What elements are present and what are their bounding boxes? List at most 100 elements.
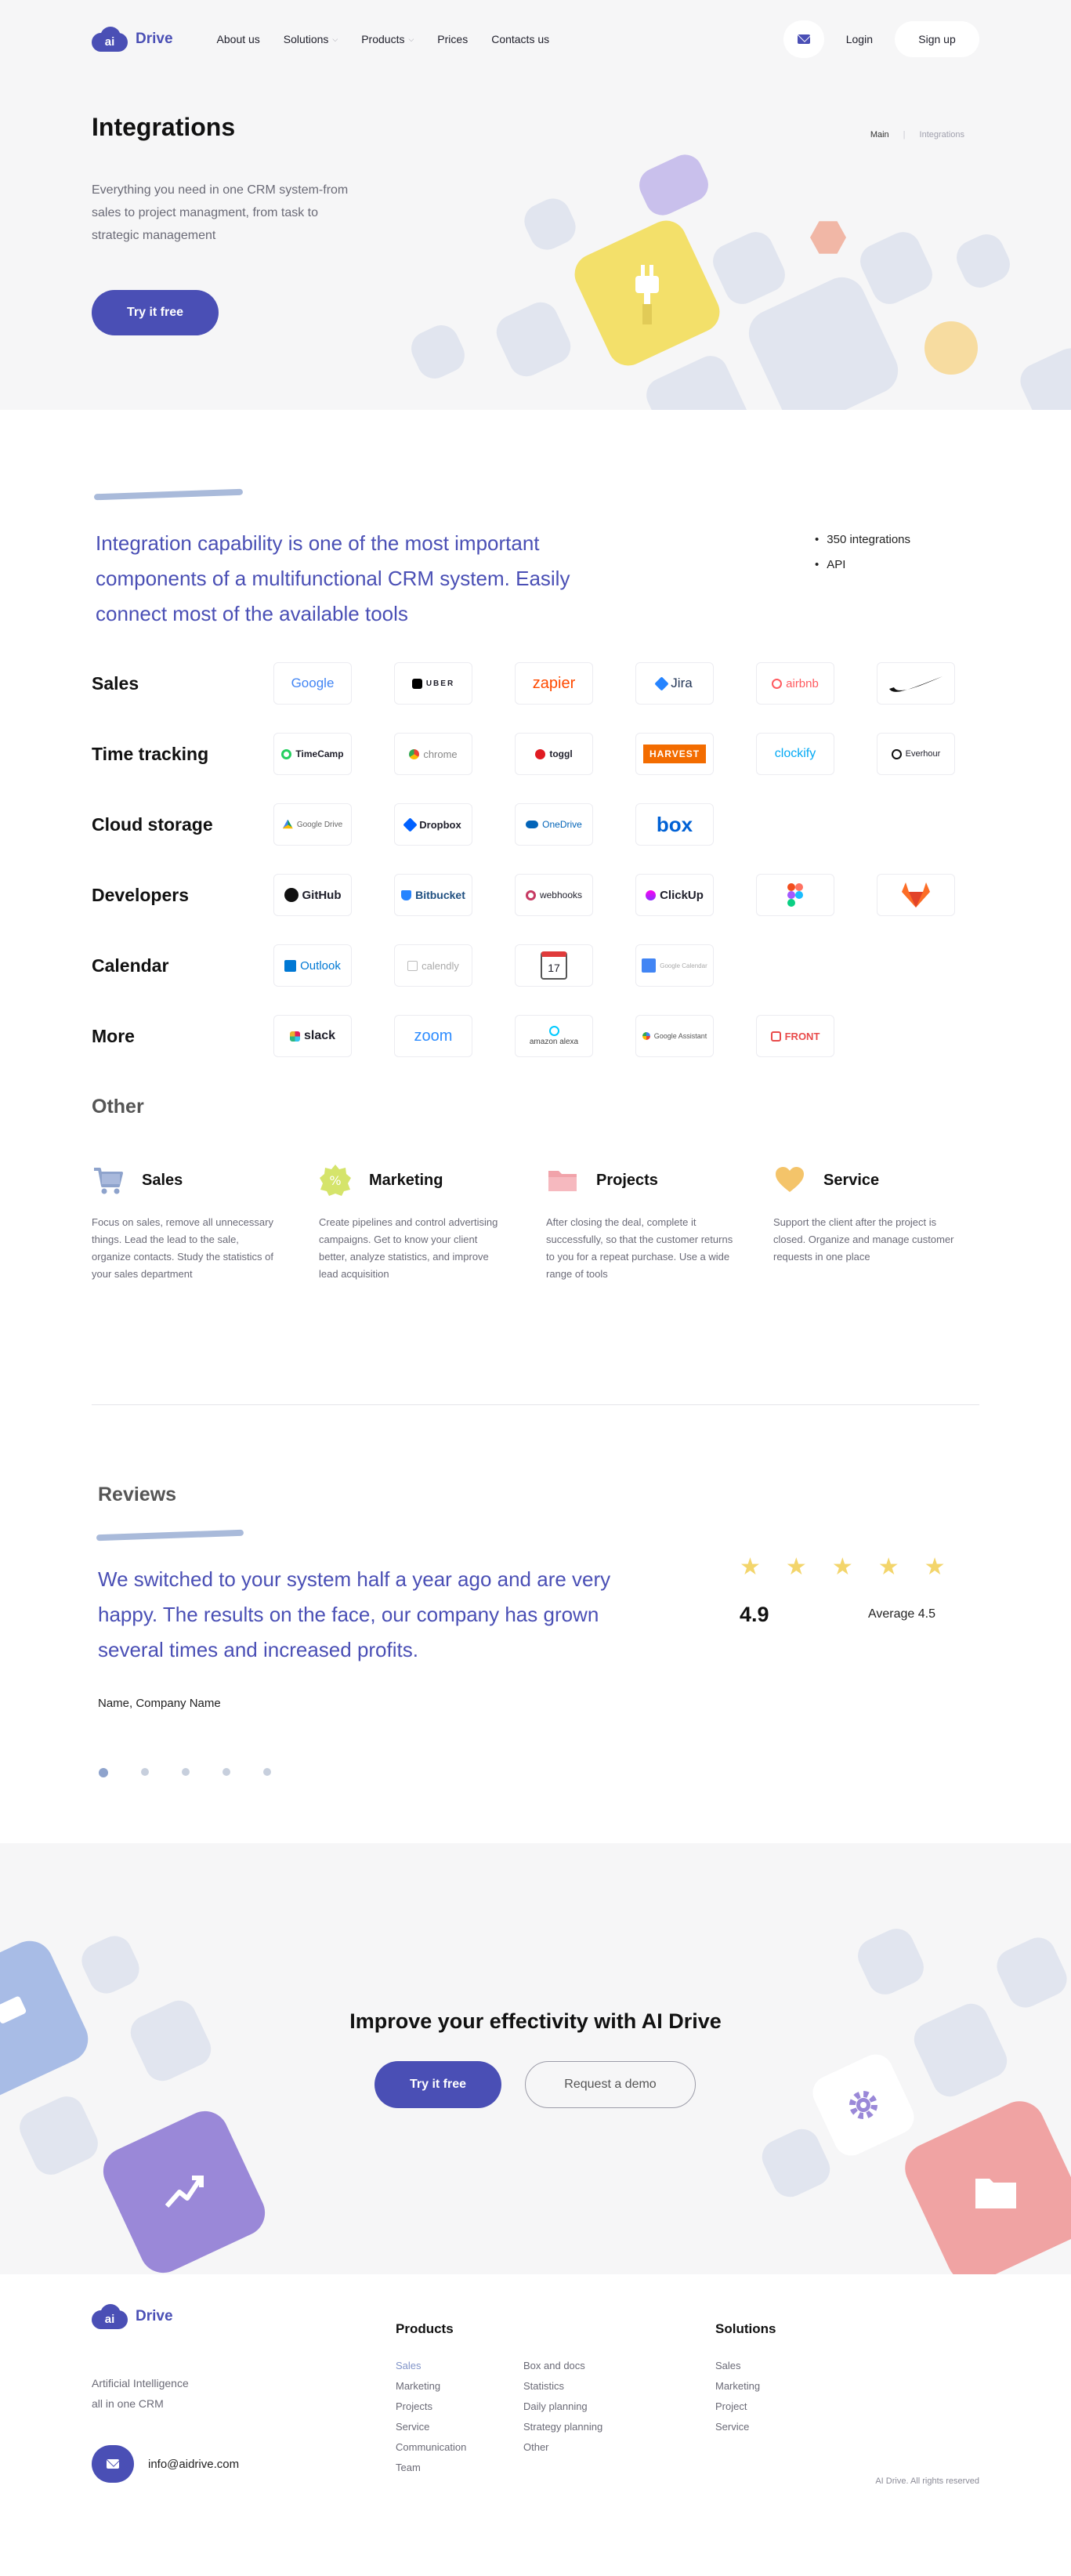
- logo[interactable]: ai Drive: [92, 27, 173, 52]
- cart-icon: [92, 1164, 125, 1197]
- row-label: Developers: [92, 885, 190, 905]
- other-card-marketing[interactable]: % Marketing Create pipelines and control…: [319, 1164, 507, 1283]
- tile-calendar-app[interactable]: 17: [515, 944, 593, 987]
- footer-link[interactable]: Sales: [715, 2356, 760, 2376]
- footer-link[interactable]: Sales: [396, 2356, 466, 2376]
- dropbox-icon: [403, 817, 418, 832]
- request-demo-button[interactable]: Request a demo: [525, 2061, 696, 2108]
- footer-email[interactable]: info@aidrive.com: [92, 2445, 239, 2483]
- footer-link[interactable]: Projects: [396, 2397, 466, 2417]
- tile-webhooks[interactable]: webhooks: [515, 874, 593, 916]
- footer-link[interactable]: Other: [523, 2437, 602, 2458]
- email-address[interactable]: info@aidrive.com: [148, 2458, 239, 2471]
- hero-description: Everything you need in one CRM system-fr…: [92, 183, 349, 242]
- footer-logo[interactable]: ai Drive: [92, 2304, 173, 2329]
- tile-toggl[interactable]: toggl: [515, 733, 593, 775]
- decor-square-purple: [633, 149, 715, 221]
- card-title: Service: [823, 1171, 880, 1189]
- reviews-section: Reviews We switched to your system half …: [0, 1405, 1071, 1843]
- footer-link[interactable]: Statistics: [523, 2376, 602, 2397]
- try-free-button[interactable]: Try it free: [92, 290, 219, 335]
- tile-zoom[interactable]: zoom: [394, 1015, 472, 1057]
- login-link[interactable]: Login: [846, 33, 873, 45]
- tile-clockify[interactable]: clockify: [756, 733, 834, 775]
- tile-outlook[interactable]: Outlook: [273, 944, 352, 987]
- menu-contacts[interactable]: Contacts us: [491, 33, 549, 45]
- tile-gitlab[interactable]: [877, 874, 955, 916]
- mail-button[interactable]: [783, 20, 824, 58]
- tile-figma[interactable]: [756, 874, 834, 916]
- tile-google-assistant[interactable]: Google Assistant: [635, 1015, 714, 1057]
- logo-text: Drive: [136, 2308, 173, 2324]
- tile-slack[interactable]: slack: [273, 1015, 352, 1057]
- decor-hexagon: [810, 221, 846, 254]
- tile-google-calendar[interactable]: Google Calendar: [635, 944, 714, 987]
- tile-dropbox[interactable]: Dropbox: [394, 803, 472, 846]
- carousel-dot[interactable]: [263, 1768, 271, 1776]
- tile-timecamp[interactable]: TimeCamp: [273, 733, 352, 775]
- tile-google[interactable]: Google: [273, 662, 352, 705]
- review-author: Name, Company Name: [98, 1697, 221, 1710]
- tile-zapier[interactable]: zapier: [515, 662, 593, 705]
- menu-solutions[interactable]: Solutions ⌵: [284, 33, 338, 45]
- row-label: Sales: [92, 673, 139, 694]
- tile-clickup[interactable]: ClickUp: [635, 874, 714, 916]
- tile-calendly[interactable]: calendly: [394, 944, 472, 987]
- timecamp-icon: [281, 748, 292, 759]
- tile-front[interactable]: FRONT: [756, 1015, 834, 1057]
- menu-prices[interactable]: Prices: [437, 33, 468, 45]
- tile-nike[interactable]: [877, 662, 955, 705]
- tile-harvest[interactable]: HARVEST: [635, 733, 714, 775]
- tile-airbnb[interactable]: airbnb: [756, 662, 834, 705]
- signup-button[interactable]: Sign up: [895, 21, 979, 57]
- carousel-dot[interactable]: [99, 1768, 108, 1777]
- menu-about[interactable]: About us: [217, 33, 260, 45]
- footer: ai Drive Artificial Intelligence all in …: [0, 2274, 1071, 2494]
- carousel-dot[interactable]: [223, 1768, 230, 1776]
- tile-chrome[interactable]: chrome: [394, 733, 472, 775]
- menu-products[interactable]: Products ⌵: [361, 33, 414, 45]
- footer-link[interactable]: Strategy planning: [523, 2417, 602, 2437]
- tile-jira[interactable]: Jira: [635, 662, 714, 705]
- decor-square: [519, 193, 581, 255]
- other-card-projects[interactable]: Projects After closing the deal, complet…: [546, 1164, 734, 1283]
- tile-onedrive[interactable]: OneDrive: [515, 803, 593, 846]
- footer-link[interactable]: Marketing: [396, 2376, 466, 2397]
- github-icon: [284, 888, 299, 902]
- other-card-service[interactable]: Service Support the client after the pro…: [773, 1164, 961, 1266]
- tile-google-drive[interactable]: Google Drive: [273, 803, 352, 846]
- brush-stroke: [93, 488, 244, 501]
- tile-everhour[interactable]: Everhour: [877, 733, 955, 775]
- footer-link[interactable]: Marketing: [715, 2376, 760, 2397]
- tile-github[interactable]: GitHub: [273, 874, 352, 916]
- row-label: More: [92, 1026, 135, 1046]
- decor-square: [1015, 342, 1071, 410]
- footer-link[interactable]: Service: [396, 2417, 466, 2437]
- trend-up-icon: [165, 2176, 204, 2208]
- card-text: Support the client after the project is …: [773, 1216, 954, 1263]
- rating-stars: ★ ★ ★ ★ ★: [740, 1556, 946, 1579]
- carousel-dot[interactable]: [141, 1768, 149, 1776]
- footer-solutions-title: Solutions: [715, 2321, 776, 2336]
- carousel-dot[interactable]: [182, 1768, 190, 1776]
- email-button[interactable]: [92, 2445, 134, 2483]
- envelope-icon: [107, 2459, 119, 2469]
- cloud-logo-icon: ai: [92, 2304, 128, 2329]
- other-card-sales[interactable]: Sales Focus on sales, remove all unneces…: [92, 1164, 280, 1283]
- cta-try-free-button[interactable]: Try it free: [374, 2061, 501, 2108]
- decor-square: [756, 2123, 836, 2203]
- tile-bitbucket[interactable]: Bitbucket: [394, 874, 472, 916]
- footer-link[interactable]: Project: [715, 2397, 760, 2417]
- footer-link[interactable]: Communication: [396, 2437, 466, 2458]
- decor-square-pink: [896, 2092, 1071, 2274]
- footer-link[interactable]: Daily planning: [523, 2397, 602, 2417]
- envelope-icon: [797, 34, 810, 44]
- tile-alexa[interactable]: amazon alexa: [515, 1015, 593, 1057]
- footer-link[interactable]: Box and docs: [523, 2356, 602, 2376]
- tile-box[interactable]: box: [635, 803, 714, 846]
- tile-uber[interactable]: UBER: [394, 662, 472, 705]
- footer-link[interactable]: Service: [715, 2417, 760, 2437]
- rating-average: Average 4.5: [868, 1607, 935, 1621]
- footer-link[interactable]: Team: [396, 2458, 466, 2478]
- breadcrumb-main[interactable]: Main: [870, 130, 889, 139]
